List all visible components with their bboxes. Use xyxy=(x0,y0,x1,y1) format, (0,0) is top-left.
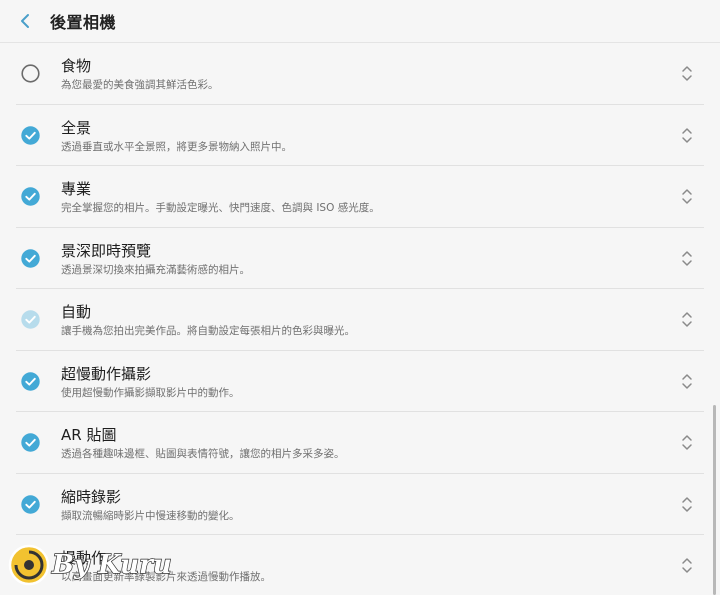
drag-handle-icon[interactable] xyxy=(681,311,693,328)
check-circle-icon xyxy=(21,433,40,452)
reorder-arrows-icon xyxy=(682,435,692,450)
drag-handle-icon[interactable] xyxy=(681,496,693,513)
reorder-arrows-icon xyxy=(682,127,692,143)
mode-description: 以高畫面更新率錄製影片來透過慢動作播放。 xyxy=(61,571,271,583)
mode-description: 使用超慢動作攝影擷取影片中的動作。 xyxy=(61,386,240,399)
mode-description: 透過各種趣味邊框、貼圖與表情符號，讓您的相片多采多姿。 xyxy=(61,448,345,460)
mode-title: 超慢動作攝影 xyxy=(61,364,152,383)
check-circle-icon xyxy=(21,371,40,391)
check-circle-icon xyxy=(21,310,40,329)
camera-mode-list: 食物 為您最愛的美食強調其鮮活色彩。 全景 透過垂直或水平全景照，將更多景物納入… xyxy=(0,43,720,595)
mode-checkbox[interactable] xyxy=(21,125,40,145)
app-header: 後置相機 xyxy=(0,0,720,43)
mode-checkbox[interactable] xyxy=(21,248,40,268)
mode-checkbox[interactable] xyxy=(21,494,40,514)
mode-row-panorama[interactable]: 全景 透過垂直或水平全景照，將更多景物納入照片中。 xyxy=(0,105,720,167)
mode-row-ar-sticker[interactable]: AR 貼圖 透過各種趣味邊框、貼圖與表情符號，讓您的相片多采多姿。 xyxy=(0,412,720,474)
check-circle-icon xyxy=(21,125,40,145)
reorder-arrows-icon xyxy=(682,189,692,204)
mode-title: AR 貼圖 xyxy=(61,426,117,444)
check-circle-icon xyxy=(21,494,40,514)
reorder-arrows-icon xyxy=(682,558,692,573)
mode-description: 為您最愛的美食強調其鮮活色彩。 xyxy=(61,79,219,91)
reorder-arrows-icon xyxy=(682,66,692,81)
drag-handle-icon[interactable] xyxy=(681,188,693,205)
mode-description: 透過垂直或水平全景照，將更多景物納入照片中。 xyxy=(61,140,292,153)
mode-description: 完全掌握您的相片。手動設定曝光、快門速度、色調與 ISO 感光度。 xyxy=(61,202,380,214)
mode-row-pro[interactable]: 專業 完全掌握您的相片。手動設定曝光、快門速度、色調與 ISO 感光度。 xyxy=(0,166,720,228)
drag-handle-icon[interactable] xyxy=(681,65,693,82)
radio-empty-icon xyxy=(21,556,40,575)
mode-checkbox xyxy=(21,310,40,329)
mode-title: 全景 xyxy=(61,118,92,137)
check-circle-icon xyxy=(21,248,40,268)
mode-row-hyperlapse[interactable]: 縮時錄影 擷取流暢縮時影片中慢速移動的變化。 xyxy=(0,474,720,536)
drag-handle-icon[interactable] xyxy=(681,434,693,451)
reorder-arrows-icon xyxy=(682,312,692,327)
mode-title: 慢動作 xyxy=(61,549,107,567)
mode-row-super-slow-mo[interactable]: 超慢動作攝影 使用超慢動作攝影擷取影片中的動作。 xyxy=(0,351,720,413)
mode-row-live-focus[interactable]: 景深即時預覽 透過景深切換來拍攝充滿藝術感的相片。 xyxy=(0,228,720,290)
drag-handle-icon[interactable] xyxy=(681,127,693,144)
drag-handle-icon[interactable] xyxy=(681,373,693,390)
mode-row-slow-motion[interactable]: 慢動作 以高畫面更新率錄製影片來透過慢動作播放。 xyxy=(0,535,720,595)
back-button[interactable] xyxy=(0,0,50,43)
reorder-arrows-icon xyxy=(682,496,692,512)
radio-empty-icon xyxy=(21,64,40,83)
drag-handle-icon[interactable] xyxy=(681,557,693,574)
mode-title: 縮時錄影 xyxy=(61,487,122,506)
mode-title: 食物 xyxy=(61,57,92,75)
chevron-left-icon xyxy=(21,14,29,28)
reorder-arrows-icon xyxy=(682,373,692,389)
mode-row-food[interactable]: 食物 為您最愛的美食強調其鮮活色彩。 xyxy=(0,43,720,105)
mode-description: 擷取流暢縮時影片中慢速移動的變化。 xyxy=(61,509,240,522)
mode-checkbox[interactable] xyxy=(21,187,40,206)
mode-title: 景深即時預覽 xyxy=(61,241,152,260)
drag-handle-icon[interactable] xyxy=(681,250,693,267)
scrollbar[interactable] xyxy=(713,405,716,595)
mode-checkbox[interactable] xyxy=(21,433,40,452)
mode-description: 讓手機為您拍出完美作品。將自動設定每張相片的色彩與曝光。 xyxy=(61,325,355,337)
mode-title: 專業 xyxy=(61,180,92,198)
mode-title: 自動 xyxy=(61,303,92,321)
check-circle-icon xyxy=(21,187,40,206)
mode-checkbox[interactable] xyxy=(21,64,40,83)
reorder-arrows-icon xyxy=(682,250,692,266)
mode-description: 透過景深切換來拍攝充滿藝術感的相片。 xyxy=(61,263,250,276)
mode-checkbox[interactable] xyxy=(21,556,40,575)
page-title: 後置相機 xyxy=(50,13,117,32)
mode-checkbox[interactable] xyxy=(21,371,40,391)
mode-row-auto[interactable]: 自動 讓手機為您拍出完美作品。將自動設定每張相片的色彩與曝光。 xyxy=(0,289,720,351)
